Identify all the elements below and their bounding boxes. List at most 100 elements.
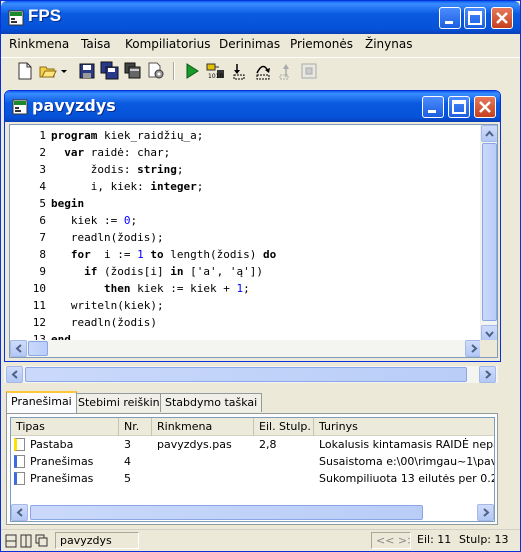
code-text[interactable]: begin xyxy=(51,195,84,212)
toolbar-separator xyxy=(173,62,175,80)
code-text[interactable]: i, kiek: integer; xyxy=(51,178,204,195)
tile-vertical-icon[interactable] xyxy=(20,534,32,548)
code-line[interactable]: 11 writeln(kiek); xyxy=(10,297,480,314)
open-recent-dropdown[interactable] xyxy=(59,61,69,81)
line-number: 5 xyxy=(39,197,46,210)
editor-horizontal-scrollbar[interactable] xyxy=(10,340,482,357)
code-line[interactable]: 6 kiek := 0; xyxy=(10,212,480,229)
mdi-scroll-left-button[interactable] xyxy=(6,366,23,383)
tile-horizontal-icon[interactable] xyxy=(5,534,17,548)
code-text[interactable]: writeln(kiek); xyxy=(51,297,164,314)
maximize-button[interactable] xyxy=(464,7,486,29)
svg-text:1010: 1010 xyxy=(208,73,223,80)
vertical-scroll-thumb[interactable] xyxy=(482,143,497,321)
grid-scroll-thumb[interactable] xyxy=(30,505,423,520)
code-line[interactable]: 9 if (žodis[i] in ['a', 'ą']) xyxy=(10,263,480,280)
tab-stabdymo-taskai[interactable]: Stabdymo taškai xyxy=(160,393,263,412)
message-row[interactable]: Pastaba 3 pavyzdys.pas 2,8 Lokalusis kintama… xyxy=(11,437,494,453)
save-all-button[interactable] xyxy=(100,61,120,81)
horizontal-scroll-thumb[interactable] xyxy=(28,341,48,356)
column-rinkmena[interactable]: Rinkmena xyxy=(152,418,254,436)
editor-close-button[interactable] xyxy=(474,96,496,118)
column-turinys[interactable]: Turinys xyxy=(314,418,494,436)
code-text[interactable]: if (žodis[i] in ['a', 'ą']) xyxy=(51,263,263,280)
editor-maximize-button[interactable] xyxy=(448,96,470,118)
code-line[interactable]: 5 begin xyxy=(10,195,480,212)
menu-rinkmena[interactable]: Rinkmena xyxy=(9,37,69,51)
editor-minimize-button[interactable] xyxy=(422,96,444,118)
dropdown-arrow-icon xyxy=(61,70,67,73)
message-position xyxy=(259,454,311,470)
editor-title-bar[interactable]: pavyzdys xyxy=(5,91,500,122)
minimize-button[interactable] xyxy=(439,7,461,29)
code-line[interactable]: 2 var raidė: char; xyxy=(10,144,480,161)
code-line[interactable]: 4 i, kiek: integer; xyxy=(10,178,480,195)
column-nr[interactable]: Nr. xyxy=(119,418,152,436)
code-text[interactable]: var raidė: char; xyxy=(51,144,170,161)
chevron-left-icon xyxy=(11,370,18,379)
options-button[interactable] xyxy=(146,61,166,81)
code-text[interactable]: for i := 1 to length(žodis) do xyxy=(51,246,276,263)
save-button[interactable] xyxy=(77,61,97,81)
messages-header: Tipas Nr. Rinkmena Eil. Stulp. Turinys xyxy=(11,418,494,436)
menu-taisa[interactable]: Taisa xyxy=(81,37,111,51)
menu-priemones[interactable]: Priemonės xyxy=(290,37,353,51)
scroll-left-button[interactable] xyxy=(10,340,27,357)
message-file: pavyzdys.pas xyxy=(157,438,232,451)
code-line[interactable]: 12 readln(žodis) xyxy=(10,314,480,331)
cascade-icon[interactable] xyxy=(35,534,49,548)
info-icon xyxy=(14,455,25,468)
code-line[interactable]: 10 then kiek := kiek + 1; xyxy=(10,280,480,297)
stop-button[interactable] xyxy=(299,61,319,81)
code-line[interactable]: 8 for i := 1 to length(žodis) do xyxy=(10,246,480,263)
status-column-value: 13 xyxy=(494,533,509,546)
messages-grid[interactable]: Tipas Nr. Rinkmena Eil. Stulp. Turinys P… xyxy=(10,417,495,522)
code-text[interactable]: kiek := 0; xyxy=(51,212,137,229)
message-position: 2,8 xyxy=(259,438,277,451)
mdi-scroll-right-button[interactable] xyxy=(479,366,496,383)
title-bar[interactable]: FPS xyxy=(1,1,520,34)
toolbar: 1010 xyxy=(1,57,520,85)
menu-kompiliatorius[interactable]: Kompiliatorius xyxy=(125,37,210,51)
messages-panel: Tipas Nr. Rinkmena Eil. Stulp. Turinys P… xyxy=(6,413,498,525)
chevron-right-icon xyxy=(485,370,492,379)
compile-button[interactable]: 1010 xyxy=(205,61,225,81)
mdi-horizontal-scrollbar[interactable] xyxy=(4,366,498,383)
mdi-scroll-thumb[interactable] xyxy=(25,367,467,382)
message-number: 5 xyxy=(124,472,131,485)
column-eil-stulp[interactable]: Eil. Stulp. xyxy=(254,418,314,436)
menu-derinimas[interactable]: Derinimas xyxy=(219,37,280,51)
tab-pranesimai[interactable]: Pranešimai xyxy=(6,391,77,413)
line-number: 1 xyxy=(39,129,46,142)
status-nav-buttons[interactable]: << >> xyxy=(371,532,411,549)
code-text[interactable]: then kiek := kiek + 1; xyxy=(51,280,250,297)
code-line[interactable]: 7 readln(žodis); xyxy=(10,229,480,246)
new-file-button[interactable] xyxy=(15,61,35,81)
code-text[interactable]: readln(žodis); xyxy=(51,229,164,246)
run-button[interactable] xyxy=(182,61,202,81)
windows-button[interactable] xyxy=(123,61,143,81)
step-out-button[interactable] xyxy=(276,61,296,81)
line-number: 12 xyxy=(32,316,46,329)
close-button[interactable] xyxy=(491,7,513,29)
menu-zinynas[interactable]: Žinynas xyxy=(365,37,412,51)
scroll-up-button[interactable] xyxy=(481,125,497,142)
open-file-button[interactable] xyxy=(38,61,58,81)
chevron-right-icon xyxy=(471,344,478,353)
code-text[interactable]: readln(žodis) xyxy=(51,314,157,331)
line-number: 2 xyxy=(39,146,46,159)
code-line[interactable]: 3 žodis: string; xyxy=(10,161,480,178)
grid-scroll-left-button[interactable] xyxy=(11,504,28,521)
step-into-button[interactable] xyxy=(229,61,249,81)
step-out-icon xyxy=(279,64,289,80)
grid-scroll-right-button[interactable] xyxy=(477,504,494,521)
editor-vertical-scrollbar[interactable] xyxy=(480,125,497,342)
code-line[interactable]: 1 program kiek_raidžių_a; xyxy=(10,127,480,144)
column-tipas[interactable]: Tipas xyxy=(11,418,119,436)
message-row[interactable]: Pranešimas 4 Susaistoma e:\00\rimgau~1\pav… xyxy=(11,454,494,470)
code-editor[interactable]: 1 program kiek_raidžių_a; 2 var raidė: cha… xyxy=(9,124,498,358)
step-over-button[interactable] xyxy=(253,61,273,81)
message-row[interactable]: Pranešimas 5 Sukompiliuota 13 eilutės per … xyxy=(11,471,494,487)
code-text[interactable]: program kiek_raidžių_a; xyxy=(51,127,203,144)
code-text[interactable]: žodis: string; xyxy=(51,161,184,178)
